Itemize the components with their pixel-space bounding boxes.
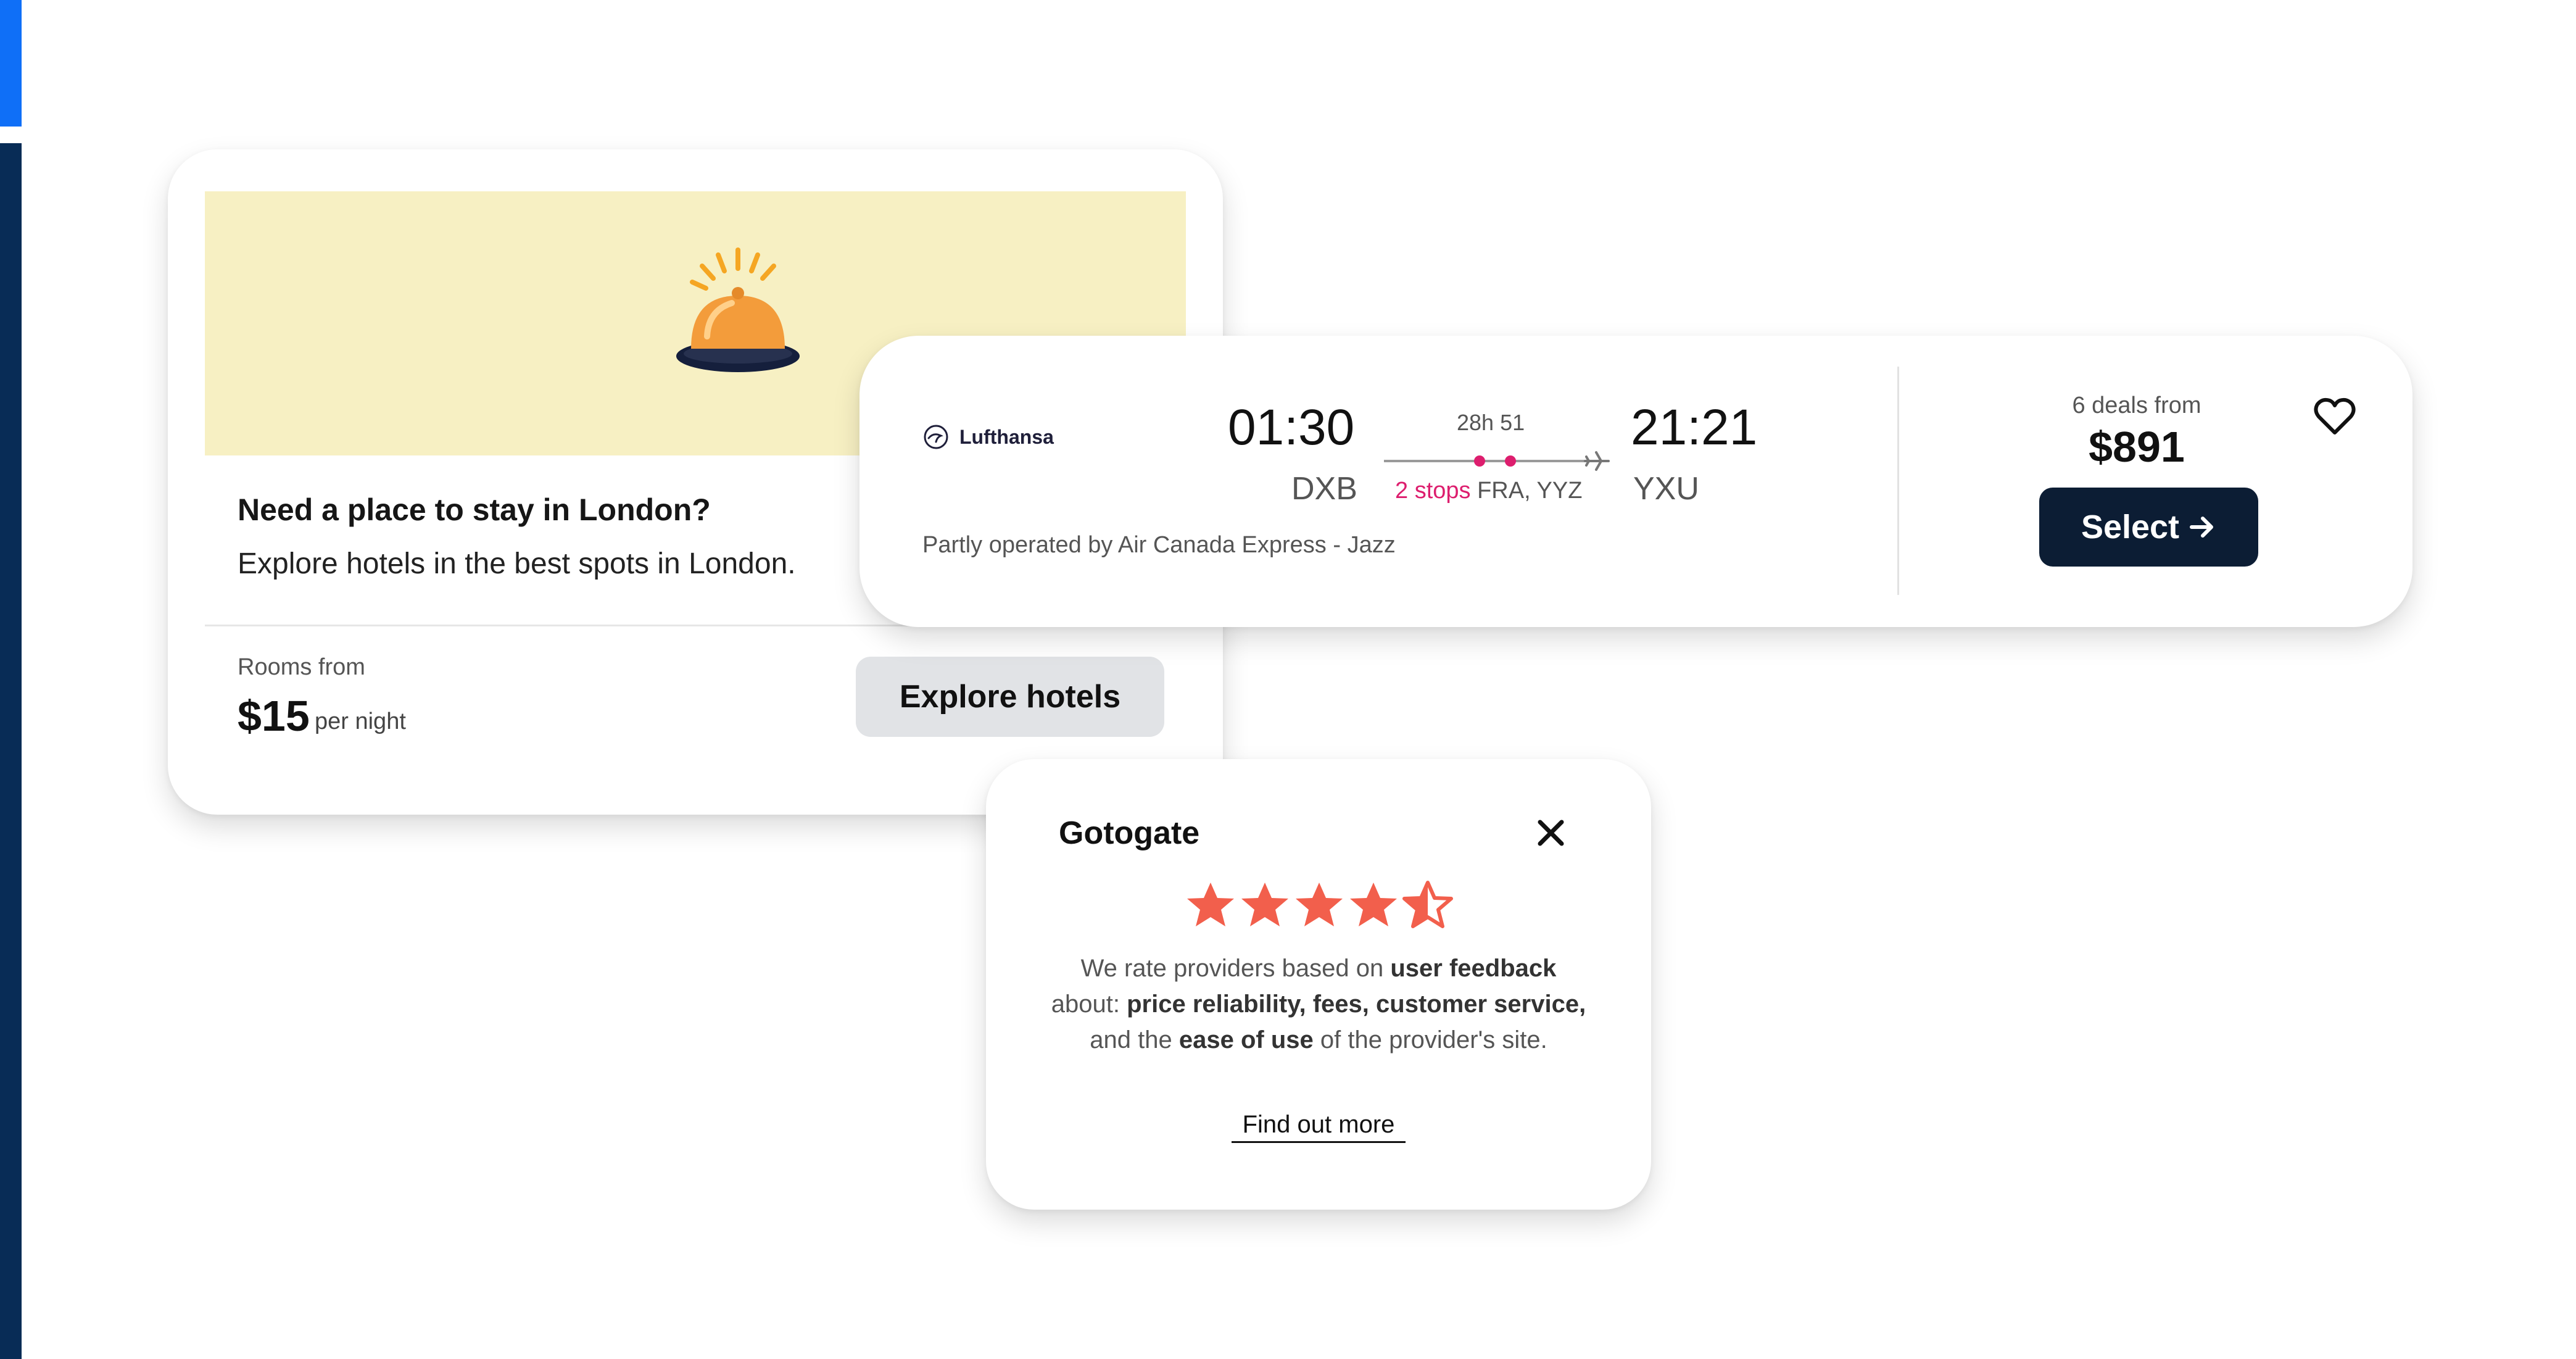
route-line	[1384, 451, 1610, 471]
provider-name: Gotogate	[1059, 815, 1200, 851]
departure-time: 01:30	[1228, 399, 1355, 455]
star-icon	[1187, 883, 1234, 926]
lufthansa-crane-icon	[924, 425, 948, 449]
plane-icon	[1584, 451, 1610, 471]
stops-airports: FRA, YYZ	[1477, 478, 1583, 504]
star-icon	[1296, 883, 1343, 926]
hotel-card-title: Need a place to stay in London?	[238, 492, 711, 527]
rating-description: We rate providers based on user feedback…	[1051, 955, 1586, 1054]
rooms-from-label: Rooms from	[238, 654, 365, 680]
stops-count: 2 stops	[1395, 478, 1471, 504]
explore-hotels-button[interactable]: Explore hotels	[856, 657, 1164, 737]
arrow-right-icon	[2190, 517, 2214, 538]
star-rating	[1187, 878, 1455, 933]
star-icon	[1350, 883, 1397, 926]
stops-info: 2 stops FRA, YYZ	[1395, 478, 1582, 504]
flight-duration: 28h 51	[1457, 410, 1525, 435]
hotel-card-subtitle: Explore hotels in the best spots in Lond…	[238, 547, 796, 580]
stop-dot	[1505, 455, 1516, 467]
provider-rating-popup: Gotogate We rate providers based on user…	[986, 759, 1651, 1210]
per-night-label: per night	[315, 709, 406, 734]
flight-result-card[interactable]: Lufthansa 01:30 DXB 28h 51 2 stops FRA, …	[859, 336, 2412, 627]
arrival-time: 21:21	[1631, 399, 1758, 455]
close-icon[interactable]	[1534, 816, 1568, 850]
select-button[interactable]: Select	[2039, 488, 2258, 567]
left-accent-bar-top	[0, 0, 22, 127]
hotel-price: $15	[238, 692, 310, 740]
arrival-airport: YXU	[1633, 471, 1699, 507]
service-bell-icon	[676, 247, 800, 372]
deals-count: 6 deals from	[2072, 393, 2201, 418]
heart-icon[interactable]	[2313, 394, 2357, 439]
airline-name: Lufthansa	[959, 425, 1054, 448]
left-accent-bar	[0, 143, 22, 1359]
find-out-more-link[interactable]: Find out more	[1232, 1111, 1406, 1143]
select-button-label: Select	[2081, 509, 2180, 546]
stop-dot	[1474, 455, 1485, 467]
airline: Lufthansa	[922, 423, 1054, 451]
departure-airport: DXB	[1291, 471, 1357, 507]
divider	[1897, 367, 1899, 595]
star-half-icon	[1404, 883, 1451, 926]
operated-by: Partly operated by Air Canada Express - …	[922, 532, 1396, 558]
star-icon	[1241, 883, 1288, 926]
flight-price: $891	[2089, 423, 2185, 471]
